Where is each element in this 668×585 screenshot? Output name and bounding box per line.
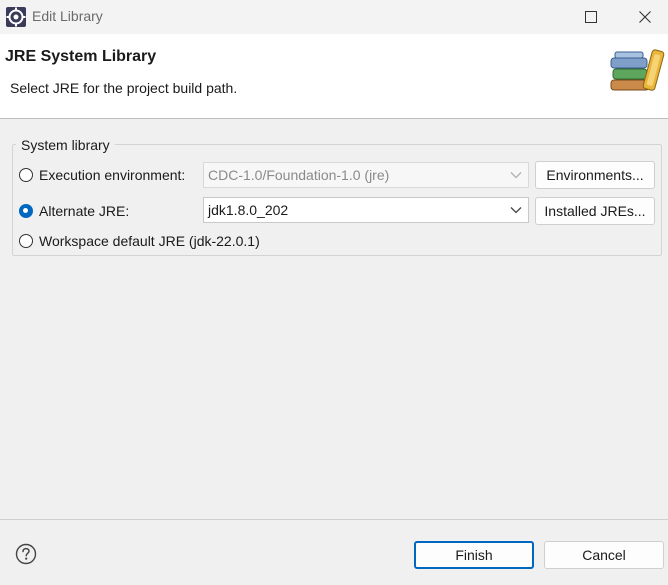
execution-environment-value: CDC-1.0/Foundation-1.0 (jre) (208, 167, 390, 183)
page-title: JRE System Library (5, 48, 157, 65)
footer-divider (0, 519, 668, 520)
maximize-icon (585, 11, 597, 23)
help-icon[interactable] (15, 543, 37, 565)
dialog-header: JRE System Library Select JRE for the pr… (0, 34, 668, 119)
workspace-default-jre-radio[interactable] (19, 234, 33, 248)
alternate-jre-value: jdk1.8.0_202 (208, 202, 289, 218)
alternate-jre-select[interactable]: jdk1.8.0_202 (203, 197, 529, 223)
maximize-button[interactable] (568, 0, 614, 34)
chevron-down-icon (510, 207, 522, 214)
library-books-icon (610, 49, 665, 91)
alternate-jre-option[interactable]: Alternate JRE: (19, 203, 129, 219)
environments-button[interactable]: Environments... (535, 161, 655, 189)
installed-jres-button[interactable]: Installed JREs... (535, 197, 655, 225)
execution-environment-select: CDC-1.0/Foundation-1.0 (jre) (203, 162, 529, 188)
close-button[interactable] (622, 0, 668, 34)
close-icon (639, 11, 651, 23)
finish-button[interactable]: Finish (414, 541, 534, 569)
execution-environment-radio[interactable] (19, 168, 33, 182)
title-bar: Edit Library (0, 0, 668, 34)
system-library-group-label: System library (16, 137, 115, 153)
execution-environment-option[interactable]: Execution environment: (19, 167, 185, 183)
workspace-default-jre-label: Workspace default JRE (jdk-22.0.1) (39, 233, 260, 249)
execution-environment-label: Execution environment: (39, 167, 186, 183)
eclipse-icon (6, 7, 26, 27)
window-title: Edit Library (32, 8, 103, 24)
alternate-jre-label: Alternate JRE: (39, 203, 130, 219)
alternate-jre-radio[interactable] (19, 204, 33, 218)
workspace-default-jre-option[interactable]: Workspace default JRE (jdk-22.0.1) (19, 233, 260, 249)
cancel-button[interactable]: Cancel (544, 541, 664, 569)
chevron-down-icon (510, 172, 522, 179)
page-description: Select JRE for the project build path. (10, 80, 238, 96)
